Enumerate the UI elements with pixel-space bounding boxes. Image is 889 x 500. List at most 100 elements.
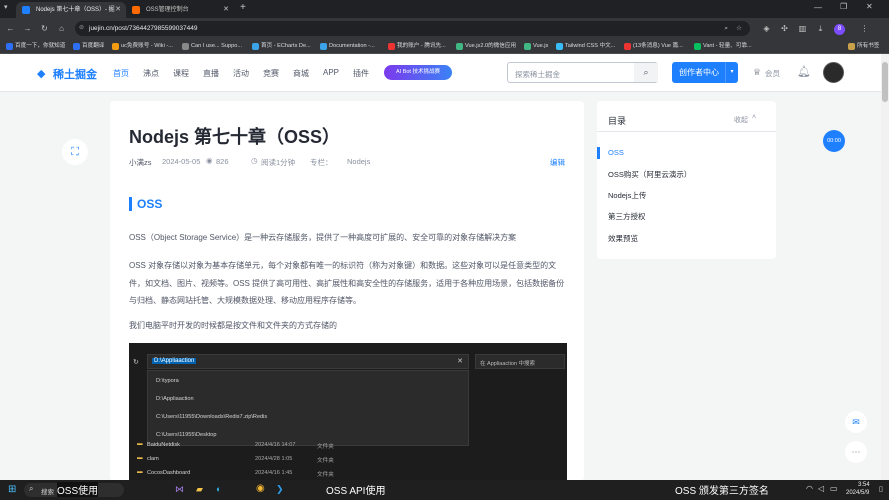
address-bar[interactable]: ⊜ juejin.cn/post/7364427985599037449 ⌕ ☆ <box>75 21 750 36</box>
search-icon: ⌕ <box>29 484 34 493</box>
forward-icon[interactable]: → <box>21 22 34 35</box>
edit-link[interactable]: 编辑 <box>550 157 565 168</box>
page-scrollbar[interactable] <box>881 54 889 480</box>
minimize-icon[interactable]: — <box>814 3 822 12</box>
juejin-logo-icon[interactable]: ◆ <box>37 67 45 80</box>
toc-item[interactable]: 第三方授权 <box>608 211 646 222</box>
zoom-icon[interactable]: ⌕ <box>724 21 728 36</box>
toc-item[interactable]: OSS购买（阿里云演示） <box>608 169 691 180</box>
maximize-icon[interactable]: ❐ <box>840 2 847 11</box>
tab-nodejs-article[interactable]: Nodejs 第七十章（OSS）- 掘 ✕ <box>16 2 126 18</box>
nav-courses[interactable]: 课程 <box>173 68 189 79</box>
back-icon[interactable]: ← <box>4 22 17 35</box>
more-icon[interactable]: ⋯ <box>845 441 867 463</box>
toc-collapse[interactable]: 收起 <box>734 115 748 125</box>
toc-item[interactable]: Nodejs上传 <box>608 190 646 201</box>
column-link[interactable]: Nodejs <box>347 157 370 166</box>
bookmark-item[interactable]: Tailwind CSS 中文... <box>556 41 615 52</box>
bookmark-star-icon[interactable]: ☆ <box>736 21 742 36</box>
juejin-favicon-icon <box>22 6 30 14</box>
bookmark-item[interactable]: Vue.js <box>524 41 548 52</box>
bookmark-item[interactable]: 我的账户 - 腾讯先... <box>388 41 446 52</box>
bookmark-item[interactable]: Can I use... Suppo... <box>182 41 242 52</box>
bookmark-item[interactable]: 百度一下，你就知道 <box>6 41 65 52</box>
nav-contests[interactable]: 竞赛 <box>263 68 279 79</box>
folder-icon[interactable]: ▰ <box>196 484 203 495</box>
bookmark-item[interactable]: 首页 - ECharts De... <box>252 41 311 52</box>
bookmark-item[interactable]: 百度翻译 <box>73 41 104 52</box>
feedback-icon[interactable]: ✉ <box>845 411 867 433</box>
close-window-icon[interactable]: ✕ <box>866 2 873 11</box>
menu-icon[interactable]: ⋮ <box>858 22 871 35</box>
vs-icon[interactable]: ⋈ <box>175 484 184 495</box>
bookmark-item[interactable]: (13条消息) Vue 篇... <box>624 41 683 52</box>
edge-icon[interactable]: ◐ <box>216 484 221 494</box>
windows-start-icon[interactable]: ⊞ <box>8 484 16 495</box>
nav-plugins[interactable]: 插件 <box>353 68 369 79</box>
nav-app[interactable]: APP <box>323 68 339 77</box>
volume-icon[interactable]: ◁ <box>818 484 824 493</box>
chevron-down-icon[interactable]: ▾ <box>725 62 738 83</box>
bookmark-item[interactable]: uc免费账号 - Wiki -... <box>112 41 173 52</box>
vscode-icon[interactable]: ❯ <box>276 484 284 495</box>
explorer-search: 在 Appliaaction 中搜索 <box>475 354 565 369</box>
recording-timer-badge[interactable]: 00:00 <box>823 130 845 152</box>
nav-mall[interactable]: 商城 <box>293 68 309 79</box>
nav-home[interactable]: 首页 <box>113 68 129 79</box>
vip-icon[interactable]: ♕ <box>753 67 761 78</box>
search-icon[interactable]: ⌕ <box>634 63 658 82</box>
read-time: 阅读1分钟 <box>261 158 296 167</box>
toc-title: 目录 <box>608 116 627 126</box>
promo-banner[interactable]: AI Bot 技术挑战赛 <box>384 65 452 80</box>
focus-mode-icon[interactable]: ⛶ <box>62 139 88 165</box>
divider <box>597 131 776 132</box>
path-suggestions: D:\typora D:\Appliaaction C:\Users\11955… <box>147 370 469 446</box>
file-date: 2024/4/28 1:05 <box>255 456 293 462</box>
site-logo[interactable]: 稀土掘金 <box>53 66 97 82</box>
bookmark-item[interactable]: Vant - 轻量、可靠... <box>694 41 752 52</box>
chevron-up-icon[interactable]: ˄ <box>752 114 756 121</box>
paragraph: OSS 对象存储以对象为基本存储单元，每个对象都有唯一的标识符（称为对象键）和数… <box>129 261 565 305</box>
new-tab-button[interactable]: + <box>240 2 246 13</box>
clock-date[interactable]: 2024/5/9 <box>846 490 869 496</box>
notification-bell-icon[interactable]: 🔔︎ <box>797 65 811 78</box>
close-tab-icon[interactable]: ✕ <box>223 2 229 18</box>
nav-events[interactable]: 活动 <box>233 68 249 79</box>
user-avatar[interactable] <box>823 62 844 83</box>
bookmarks-bar: 百度一下，你就知道 百度翻译 uc免费账号 - Wiki -... Can I … <box>0 39 889 54</box>
extensions-puzzle-icon[interactable]: ✣ <box>778 22 791 35</box>
battery-icon[interactable]: ▭ <box>830 484 838 493</box>
notification-icon[interactable]: ▯ <box>879 485 883 493</box>
nav-live[interactable]: 直播 <box>203 68 219 79</box>
bookmark-item[interactable]: Vue.js2.0的微信应用 <box>456 41 516 52</box>
tab-oss-console[interactable]: OSS管理控制台 ✕ <box>126 2 234 18</box>
creator-center-button[interactable]: 创作者中心 ▾ <box>672 62 738 83</box>
downloads-icon[interactable]: ⤓ <box>814 22 827 35</box>
file-type: 文件夹 <box>317 458 334 464</box>
scrollbar-thumb[interactable] <box>882 62 888 102</box>
search-placeholder: 探索稀土掘金 <box>515 70 560 79</box>
clock-time[interactable]: 3:54 <box>858 482 870 488</box>
chrome-icon[interactable]: ◉ <box>256 483 265 494</box>
bookmark-item[interactable]: Documentation -... <box>320 41 375 52</box>
home-icon[interactable]: ⌂ <box>55 22 68 35</box>
search-input[interactable]: 探索稀土掘金 ⌕ <box>507 62 658 83</box>
tab-title: OSS管理控制台 <box>146 7 189 13</box>
author-name[interactable]: 小满zs <box>129 157 152 168</box>
file-name: CocosDashboard <box>147 470 191 476</box>
profile-avatar[interactable]: 8 <box>834 24 845 35</box>
network-icon[interactable]: ◠ <box>806 484 813 493</box>
all-bookmarks[interactable]: 所有书签 <box>848 41 879 52</box>
reload-icon[interactable]: ↻ <box>38 22 51 35</box>
extension-icon[interactable]: ◈ <box>760 22 773 35</box>
nav-pins[interactable]: 沸点 <box>143 68 159 79</box>
sidebar-icon[interactable]: ▥ <box>796 22 809 35</box>
tab-menu-icon[interactable]: ▾ <box>4 3 8 11</box>
close-tab-icon[interactable]: ✕ <box>115 2 121 18</box>
toc-item[interactable]: 效果预览 <box>608 233 638 244</box>
view-count: 826 <box>216 157 229 166</box>
site-info-icon[interactable]: ⊜ <box>79 21 84 36</box>
vip-label[interactable]: 会员 <box>765 68 780 79</box>
toc-item[interactable]: OSS <box>608 148 624 157</box>
article-title: Nodejs 第七十章（OSS） <box>129 127 341 147</box>
